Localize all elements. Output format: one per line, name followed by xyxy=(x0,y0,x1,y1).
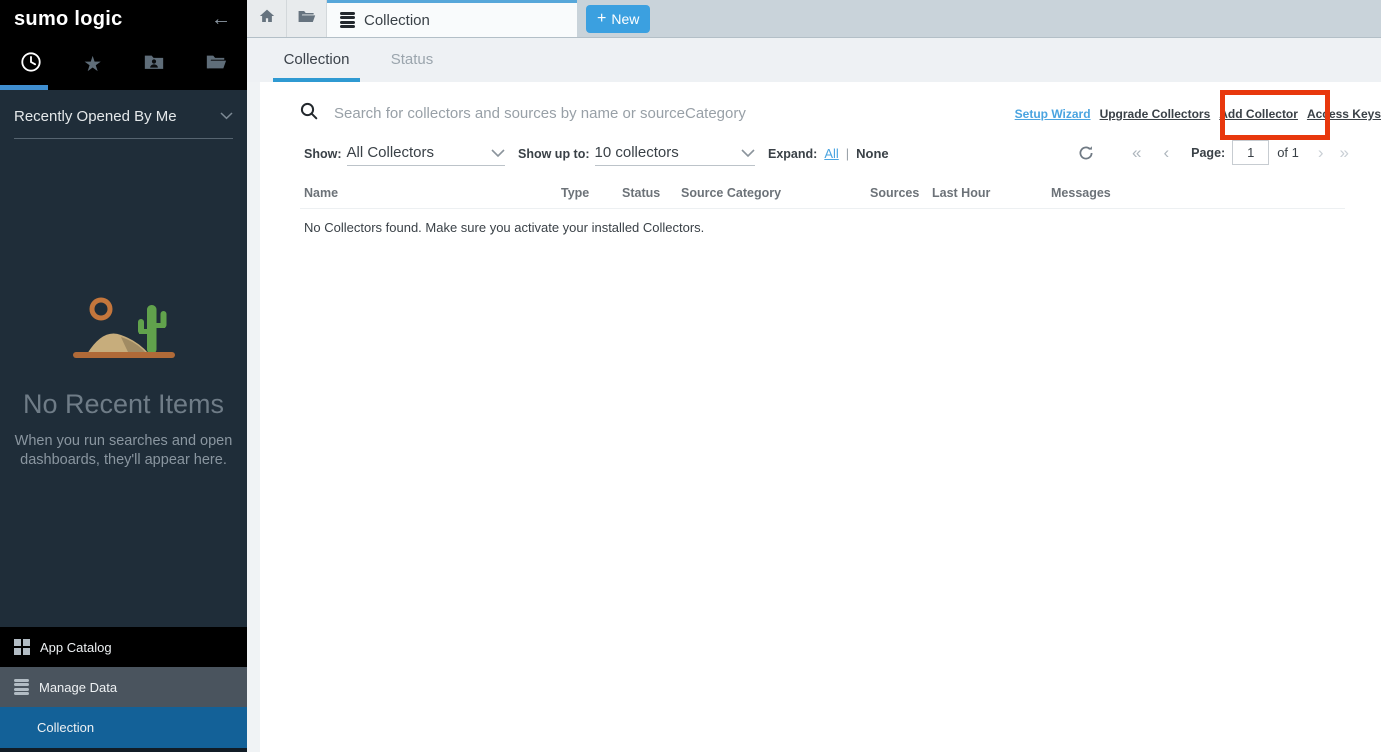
app-catalog-grid-icon xyxy=(14,639,30,655)
show-up-to-filter: Show up to: 10 collectors xyxy=(518,144,755,166)
collection-label: Collection xyxy=(37,720,94,735)
page-label: Page: xyxy=(1191,146,1225,160)
open-folder-icon xyxy=(205,51,227,78)
top-tab-bar: Collection + New xyxy=(247,0,1381,38)
table-header-row: Name Type Status Source Category Sources… xyxy=(260,186,1381,208)
next-page-icon[interactable]: › xyxy=(1318,144,1324,161)
search-input[interactable] xyxy=(334,105,954,122)
column-header-type[interactable]: Type xyxy=(561,186,589,200)
column-header-sources[interactable]: Sources xyxy=(870,186,919,200)
database-icon xyxy=(14,679,29,696)
show-up-to-label: Show up to: xyxy=(518,147,590,166)
page-number-input[interactable] xyxy=(1232,140,1269,165)
app-catalog-label: App Catalog xyxy=(40,640,112,655)
recently-opened-label: Recently Opened By Me xyxy=(14,108,177,125)
manage-data-label: Manage Data xyxy=(39,680,117,695)
show-filter-dropdown[interactable]: All Collectors xyxy=(347,144,505,166)
expand-all-link[interactable]: All xyxy=(824,146,838,161)
expand-controls: Expand: All | None xyxy=(768,146,889,161)
sidebar-empty-state: No Recent Items When you run searches an… xyxy=(0,292,247,470)
sidebar-item-collection[interactable]: Collection xyxy=(0,707,247,748)
collection-panel: Setup Wizard Upgrade Collectors Add Coll… xyxy=(260,82,1381,752)
clock-icon xyxy=(20,51,42,78)
recently-opened-dropdown[interactable]: Recently Opened By Me xyxy=(14,107,233,139)
database-icon xyxy=(340,12,355,29)
sidebar-footer-strip xyxy=(0,748,247,752)
home-icon xyxy=(258,7,276,30)
collapse-sidebar-arrow-icon[interactable]: ← xyxy=(211,9,231,29)
table-empty-message: No Collectors found. Make sure you activ… xyxy=(304,220,704,235)
column-header-source-category[interactable]: Source Category xyxy=(681,186,781,200)
sidebar: sumo logic ← ★ Recently Opened By Me xyxy=(0,0,247,752)
logo-bar: sumo logic ← xyxy=(0,0,247,38)
page-total: of 1 xyxy=(1277,145,1299,160)
expand-label: Expand: xyxy=(768,147,817,161)
show-filter-value: All Collectors xyxy=(347,144,435,161)
panel-gutter xyxy=(247,82,260,752)
sidebar-nav-icons: ★ xyxy=(0,38,247,90)
desert-cactus-illustration xyxy=(59,351,189,368)
search-row xyxy=(300,102,954,125)
sidebar-tab-personal[interactable] xyxy=(124,38,186,90)
library-tab-button[interactable] xyxy=(287,0,327,37)
refresh-icon xyxy=(1078,145,1094,161)
sidebar-bottom-menu: App Catalog Manage Data Collection xyxy=(0,627,247,748)
tab-status[interactable]: Status xyxy=(389,38,435,82)
previous-page-icon[interactable]: ‹ xyxy=(1163,144,1169,161)
open-folder-icon xyxy=(297,7,316,31)
personal-folder-icon xyxy=(143,51,165,78)
chevron-down-icon xyxy=(220,107,233,125)
table-header-divider xyxy=(300,208,1345,209)
last-page-icon[interactable]: » xyxy=(1340,144,1349,161)
tab-collection[interactable]: Collection xyxy=(273,38,360,82)
expand-none-link[interactable]: None xyxy=(856,146,889,161)
show-up-to-value: 10 collectors xyxy=(595,144,679,161)
column-header-last-hour[interactable]: Last Hour xyxy=(932,186,990,200)
access-keys-link[interactable]: Access Keys xyxy=(1307,107,1381,121)
sumo-logic-logo: sumo logic xyxy=(14,8,211,31)
sidebar-item-manage-data[interactable]: Manage Data xyxy=(0,667,247,707)
empty-state-message: When you run searches and open dashboard… xyxy=(11,432,237,470)
star-icon: ★ xyxy=(83,54,102,75)
plus-icon: + xyxy=(597,10,606,28)
sidebar-tab-recent[interactable] xyxy=(0,38,62,90)
setup-wizard-link[interactable]: Setup Wizard xyxy=(1015,107,1091,121)
expand-divider: | xyxy=(846,146,849,161)
upgrade-collectors-link[interactable]: Upgrade Collectors xyxy=(1100,107,1211,121)
sidebar-tab-library[interactable] xyxy=(185,38,247,90)
column-header-name[interactable]: Name xyxy=(304,186,338,200)
search-icon xyxy=(300,102,318,125)
column-header-status[interactable]: Status xyxy=(622,186,660,200)
sidebar-tab-favorites[interactable]: ★ xyxy=(62,38,124,90)
collection-window-tab[interactable]: Collection xyxy=(327,0,577,37)
chevron-down-icon xyxy=(491,149,505,158)
home-tab-button[interactable] xyxy=(247,0,287,37)
new-button[interactable]: + New xyxy=(586,5,650,33)
quick-links: Setup Wizard Upgrade Collectors Add Coll… xyxy=(1015,107,1381,121)
secondary-tabs: Collection Status xyxy=(247,38,1381,82)
collection-tab-label: Collection xyxy=(364,12,430,29)
column-header-messages[interactable]: Messages xyxy=(1051,186,1111,200)
show-filter-label: Show: xyxy=(304,147,342,166)
show-filter: Show: All Collectors xyxy=(304,144,505,166)
first-page-icon[interactable]: « xyxy=(1132,144,1141,161)
chevron-down-icon xyxy=(741,149,755,158)
refresh-button[interactable] xyxy=(1078,145,1094,166)
sidebar-item-app-catalog[interactable]: App Catalog xyxy=(0,627,247,667)
empty-state-title: No Recent Items xyxy=(0,389,247,420)
add-collector-link[interactable]: Add Collector xyxy=(1219,107,1298,121)
pagination: « ‹ Page: of 1 › » xyxy=(1132,140,1349,165)
show-up-to-dropdown[interactable]: 10 collectors xyxy=(595,144,755,166)
new-button-label: New xyxy=(611,11,639,27)
